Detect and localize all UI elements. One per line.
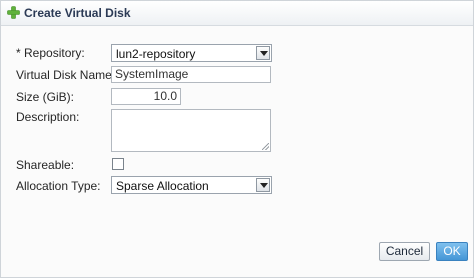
- plus-icon: [7, 6, 20, 19]
- repository-select[interactable]: lun2-repository: [111, 44, 272, 62]
- repository-value: lun2-repository: [116, 47, 196, 61]
- repository-label: * Repository:: [16, 46, 85, 60]
- disk-name-input[interactable]: SystemImage: [111, 66, 271, 83]
- create-virtual-disk-dialog: Create Virtual Disk * Repository: lun2-r…: [0, 0, 474, 278]
- shareable-label: Shareable:: [16, 158, 75, 172]
- dialog-title: Create Virtual Disk: [24, 6, 131, 20]
- resize-grip-icon[interactable]: [262, 143, 269, 150]
- description-label: Description:: [16, 110, 80, 124]
- dialog-titlebar: Create Virtual Disk: [1, 1, 473, 26]
- shareable-checkbox[interactable]: [112, 158, 124, 170]
- disk-name-label: Virtual Disk Name:: [16, 68, 116, 82]
- chevron-down-icon[interactable]: [256, 178, 270, 192]
- ok-button[interactable]: OK: [436, 242, 468, 261]
- size-label: Size (GiB):: [16, 90, 75, 104]
- allocation-type-value: Sparse Allocation: [116, 179, 209, 193]
- chevron-down-icon[interactable]: [256, 46, 270, 60]
- allocation-type-select[interactable]: Sparse Allocation: [111, 176, 272, 194]
- allocation-type-label: Allocation Type:: [16, 179, 101, 193]
- size-input[interactable]: 10.0: [111, 88, 181, 105]
- cancel-button[interactable]: Cancel: [379, 242, 430, 261]
- description-textarea[interactable]: [111, 109, 271, 152]
